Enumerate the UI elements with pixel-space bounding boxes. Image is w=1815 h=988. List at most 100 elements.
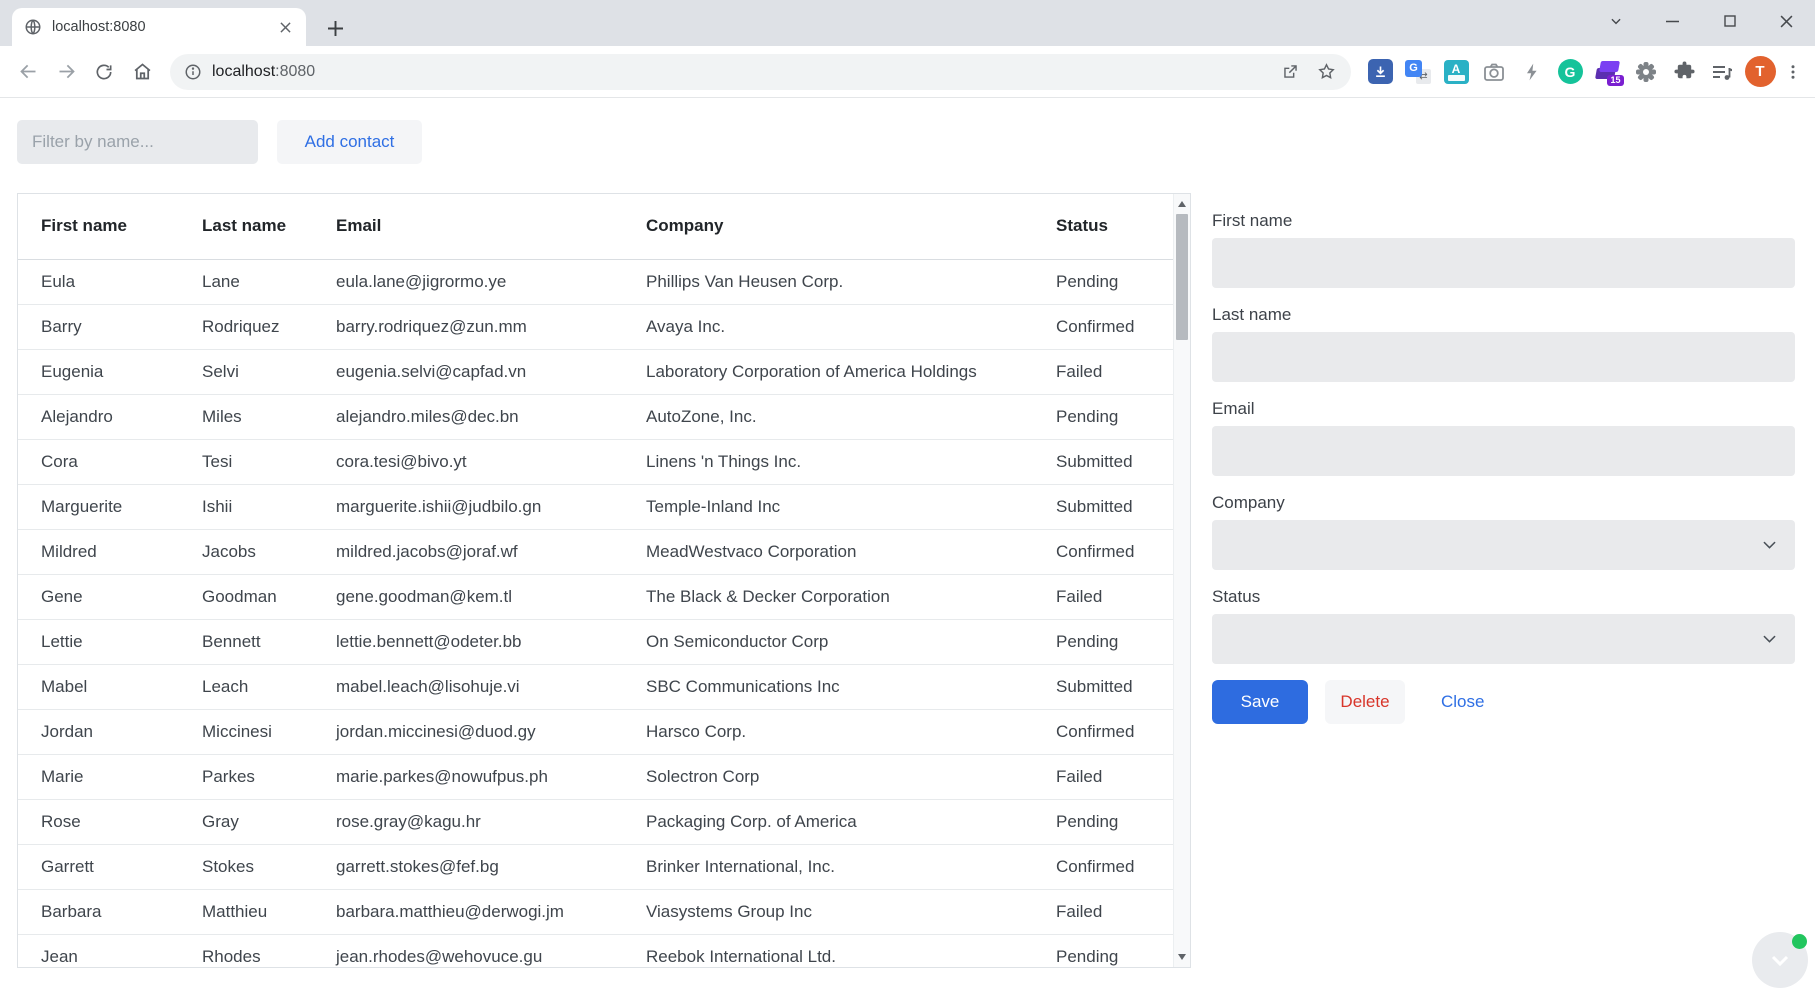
company-select[interactable] — [1212, 520, 1795, 570]
column-header-company: Company — [623, 194, 1033, 259]
form-buttons: Save Delete Close — [1212, 680, 1795, 724]
cell-company: Temple-Inland Inc — [623, 484, 1033, 529]
add-contact-button[interactable]: Add contact — [277, 120, 422, 164]
chevron-down-icon — [1760, 629, 1779, 648]
cell-last-name: Stokes — [179, 844, 313, 889]
chevron-down-icon — [1760, 535, 1779, 554]
cell-first-name: Marie — [18, 754, 179, 799]
first-name-label: First name — [1212, 210, 1795, 232]
table-row[interactable]: MildredJacobsmildred.jacobs@joraf.wfMead… — [18, 529, 1173, 574]
keyboard-extension-icon[interactable]: A — [1437, 54, 1475, 90]
camera-extension-icon[interactable] — [1475, 54, 1513, 90]
translate-extension-icon[interactable]: ⇄G — [1399, 54, 1437, 90]
table-row[interactable]: JordanMiccinesijordan.miccinesi@duod.gyH… — [18, 709, 1173, 754]
close-window-icon[interactable] — [1758, 0, 1815, 42]
delete-button[interactable]: Delete — [1325, 680, 1405, 724]
column-header-email: Email — [313, 194, 623, 259]
first-name-field[interactable] — [1212, 238, 1795, 288]
cell-first-name: Barbara — [18, 889, 179, 934]
site-info-icon[interactable] — [184, 63, 202, 81]
tab-close-icon[interactable] — [274, 16, 296, 38]
browser-tab[interactable]: localhost:8080 — [12, 8, 306, 46]
cell-last-name: Rhodes — [179, 934, 313, 968]
reload-icon[interactable] — [86, 54, 122, 90]
profile-avatar[interactable]: T — [1741, 54, 1779, 90]
table-row[interactable]: JeanRhodesjean.rhodes@wehovuce.guReebok … — [18, 934, 1173, 968]
table-row[interactable]: MabelLeachmabel.leach@lisohuje.viSBC Com… — [18, 664, 1173, 709]
cell-status: Confirmed — [1033, 844, 1173, 889]
download-extension-icon[interactable] — [1361, 54, 1399, 90]
cell-last-name: Ishii — [179, 484, 313, 529]
url-text[interactable]: localhost:8080 — [212, 63, 315, 81]
contacts-table-grid: First nameLast nameEmailCompanyStatus Eu… — [18, 194, 1173, 968]
browser-menu-icon[interactable] — [1779, 54, 1807, 90]
cell-company: On Semiconductor Corp — [623, 619, 1033, 664]
table-row[interactable]: MargueriteIshiimarguerite.ishii@judbilo.… — [18, 484, 1173, 529]
assistant-widget[interactable] — [1752, 932, 1808, 988]
cell-email: cora.tesi@bivo.yt — [313, 439, 623, 484]
maximize-icon[interactable] — [1701, 0, 1758, 42]
globe-icon — [24, 18, 42, 36]
cell-company: Packaging Corp. of America — [623, 799, 1033, 844]
tab-search-icon[interactable] — [1587, 0, 1644, 42]
cell-company: Harsco Corp. — [623, 709, 1033, 754]
cell-first-name: Cora — [18, 439, 179, 484]
scroll-down-icon[interactable] — [1178, 954, 1186, 960]
cell-company: Brinker International, Inc. — [623, 844, 1033, 889]
cell-email: barbara.matthieu@derwogi.jm — [313, 889, 623, 934]
cell-email: eula.lane@jigrormo.ye — [313, 259, 623, 304]
back-icon[interactable] — [10, 54, 46, 90]
save-button[interactable]: Save — [1212, 680, 1308, 724]
gear-extension-icon[interactable] — [1627, 54, 1665, 90]
table-row[interactable]: AlejandroMilesalejandro.miles@dec.bnAuto… — [18, 394, 1173, 439]
cell-first-name: Garrett — [18, 844, 179, 889]
cell-company: Laboratory Corporation of America Holdin… — [623, 349, 1033, 394]
email-field[interactable] — [1212, 426, 1795, 476]
table-scrollbar[interactable] — [1173, 194, 1190, 967]
cell-first-name: Mabel — [18, 664, 179, 709]
status-select[interactable] — [1212, 614, 1795, 664]
table-row[interactable]: GarrettStokesgarrett.stokes@fef.bgBrinke… — [18, 844, 1173, 889]
cell-first-name: Eugenia — [18, 349, 179, 394]
page-content: Add contact First nameLast nameEmailComp… — [0, 98, 1815, 985]
table-row[interactable]: MarieParkesmarie.parkes@nowufpus.phSolec… — [18, 754, 1173, 799]
cell-last-name: Matthieu — [179, 889, 313, 934]
home-icon[interactable] — [124, 54, 160, 90]
courses-extension-icon[interactable]: 15 — [1589, 54, 1627, 90]
media-queue-icon[interactable] — [1703, 54, 1741, 90]
company-label: Company — [1212, 492, 1795, 514]
cell-status: Failed — [1033, 889, 1173, 934]
cell-email: lettie.bennett@odeter.bb — [313, 619, 623, 664]
last-name-field[interactable] — [1212, 332, 1795, 382]
close-button[interactable]: Close — [1431, 680, 1494, 724]
table-row[interactable]: RoseGrayrose.gray@kagu.hrPackaging Corp.… — [18, 799, 1173, 844]
cell-first-name: Jordan — [18, 709, 179, 754]
minimize-icon[interactable] — [1644, 0, 1701, 42]
status-dot — [1792, 934, 1807, 949]
address-bar[interactable]: localhost:8080 — [170, 54, 1351, 90]
table-row[interactable]: CoraTesicora.tesi@bivo.ytLinens 'n Thing… — [18, 439, 1173, 484]
grammarly-extension-icon[interactable]: G — [1551, 54, 1589, 90]
scrollbar-thumb[interactable] — [1176, 214, 1188, 340]
new-tab-button[interactable] — [322, 15, 348, 41]
cell-last-name: Tesi — [179, 439, 313, 484]
scroll-up-icon[interactable] — [1178, 201, 1186, 207]
filter-input[interactable] — [17, 120, 258, 164]
window-controls — [1587, 0, 1815, 42]
extensions-puzzle-icon[interactable] — [1665, 54, 1703, 90]
contacts-table: First nameLast nameEmailCompanyStatus Eu… — [17, 193, 1191, 968]
table-row[interactable]: LettieBennettlettie.bennett@odeter.bbOn … — [18, 619, 1173, 664]
cell-status: Pending — [1033, 934, 1173, 968]
cell-company: Linens 'n Things Inc. — [623, 439, 1033, 484]
lightning-extension-icon[interactable] — [1513, 54, 1551, 90]
table-row[interactable]: EugeniaSelvieugenia.selvi@capfad.vnLabor… — [18, 349, 1173, 394]
forward-icon[interactable] — [48, 54, 84, 90]
column-header-last-name: Last name — [179, 194, 313, 259]
bookmark-star-icon[interactable] — [1315, 61, 1337, 83]
share-icon[interactable] — [1279, 61, 1301, 83]
table-row[interactable]: BarryRodriquezbarry.rodriquez@zun.mmAvay… — [18, 304, 1173, 349]
cell-last-name: Parkes — [179, 754, 313, 799]
table-row[interactable]: BarbaraMatthieubarbara.matthieu@derwogi.… — [18, 889, 1173, 934]
table-row[interactable]: GeneGoodmangene.goodman@kem.tlThe Black … — [18, 574, 1173, 619]
table-row[interactable]: EulaLaneeula.lane@jigrormo.yePhillips Va… — [18, 259, 1173, 304]
